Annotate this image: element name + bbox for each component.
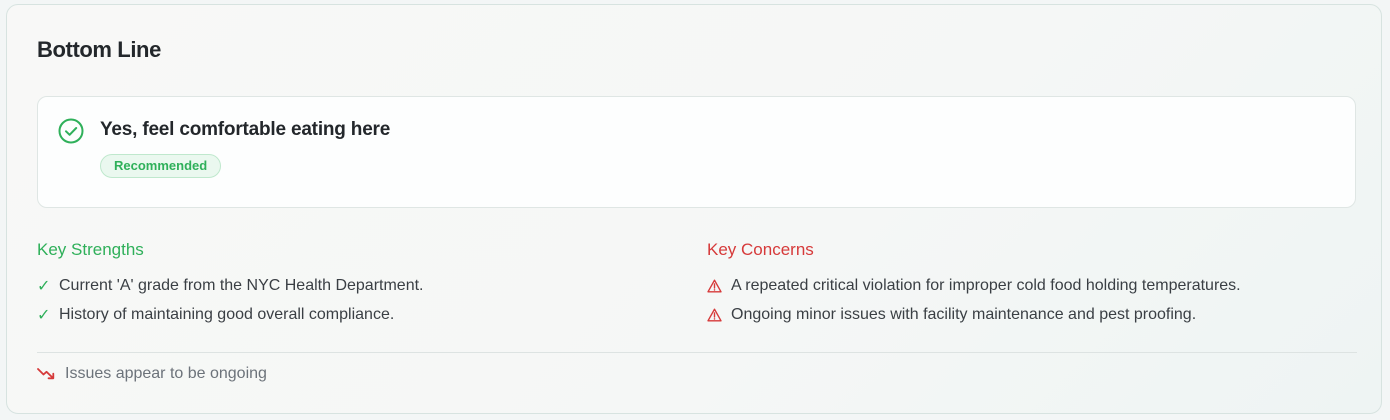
key-strengths-heading: Key Strengths xyxy=(37,240,144,259)
check-circle-icon xyxy=(58,118,84,144)
section-title: Bottom Line xyxy=(37,37,161,62)
concern-item: Ongoing minor issues with facility maint… xyxy=(707,300,1241,329)
strengths-list: ✓ Current 'A' grade from the NYC Health … xyxy=(37,271,423,329)
bottom-line-card: Bottom Line Yes, feel comfortable eating… xyxy=(6,4,1382,414)
recommended-badge: Recommended xyxy=(100,154,222,178)
strength-item: ✓ Current 'A' grade from the NYC Health … xyxy=(37,271,423,300)
strength-text: Current 'A' grade from the NYC Health De… xyxy=(59,276,424,294)
trend-status: Issues appear to be ongoing xyxy=(37,365,267,383)
verdict-text: Yes, feel comfortable eating here xyxy=(100,119,391,140)
key-concerns-heading: Key Concerns xyxy=(707,240,814,259)
concerns-list: A repeated critical violation for improp… xyxy=(707,271,1241,329)
strength-text: History of maintaining good overall comp… xyxy=(59,305,395,323)
checkmark-icon: ✓ xyxy=(37,306,51,324)
trend-text: Issues appear to be ongoing xyxy=(65,365,267,382)
trending-down-icon xyxy=(37,368,55,380)
checkmark-icon: ✓ xyxy=(37,277,51,295)
concern-text: Ongoing minor issues with facility maint… xyxy=(731,305,1197,323)
warning-triangle-icon xyxy=(707,308,731,322)
concern-text: A repeated critical violation for improp… xyxy=(731,276,1241,294)
warning-triangle-icon xyxy=(707,279,731,293)
concern-item: A repeated critical violation for improp… xyxy=(707,271,1241,300)
verdict-box: Yes, feel comfortable eating here Recomm… xyxy=(37,96,1356,208)
divider xyxy=(37,352,1357,353)
strength-item: ✓ History of maintaining good overall co… xyxy=(37,300,423,329)
